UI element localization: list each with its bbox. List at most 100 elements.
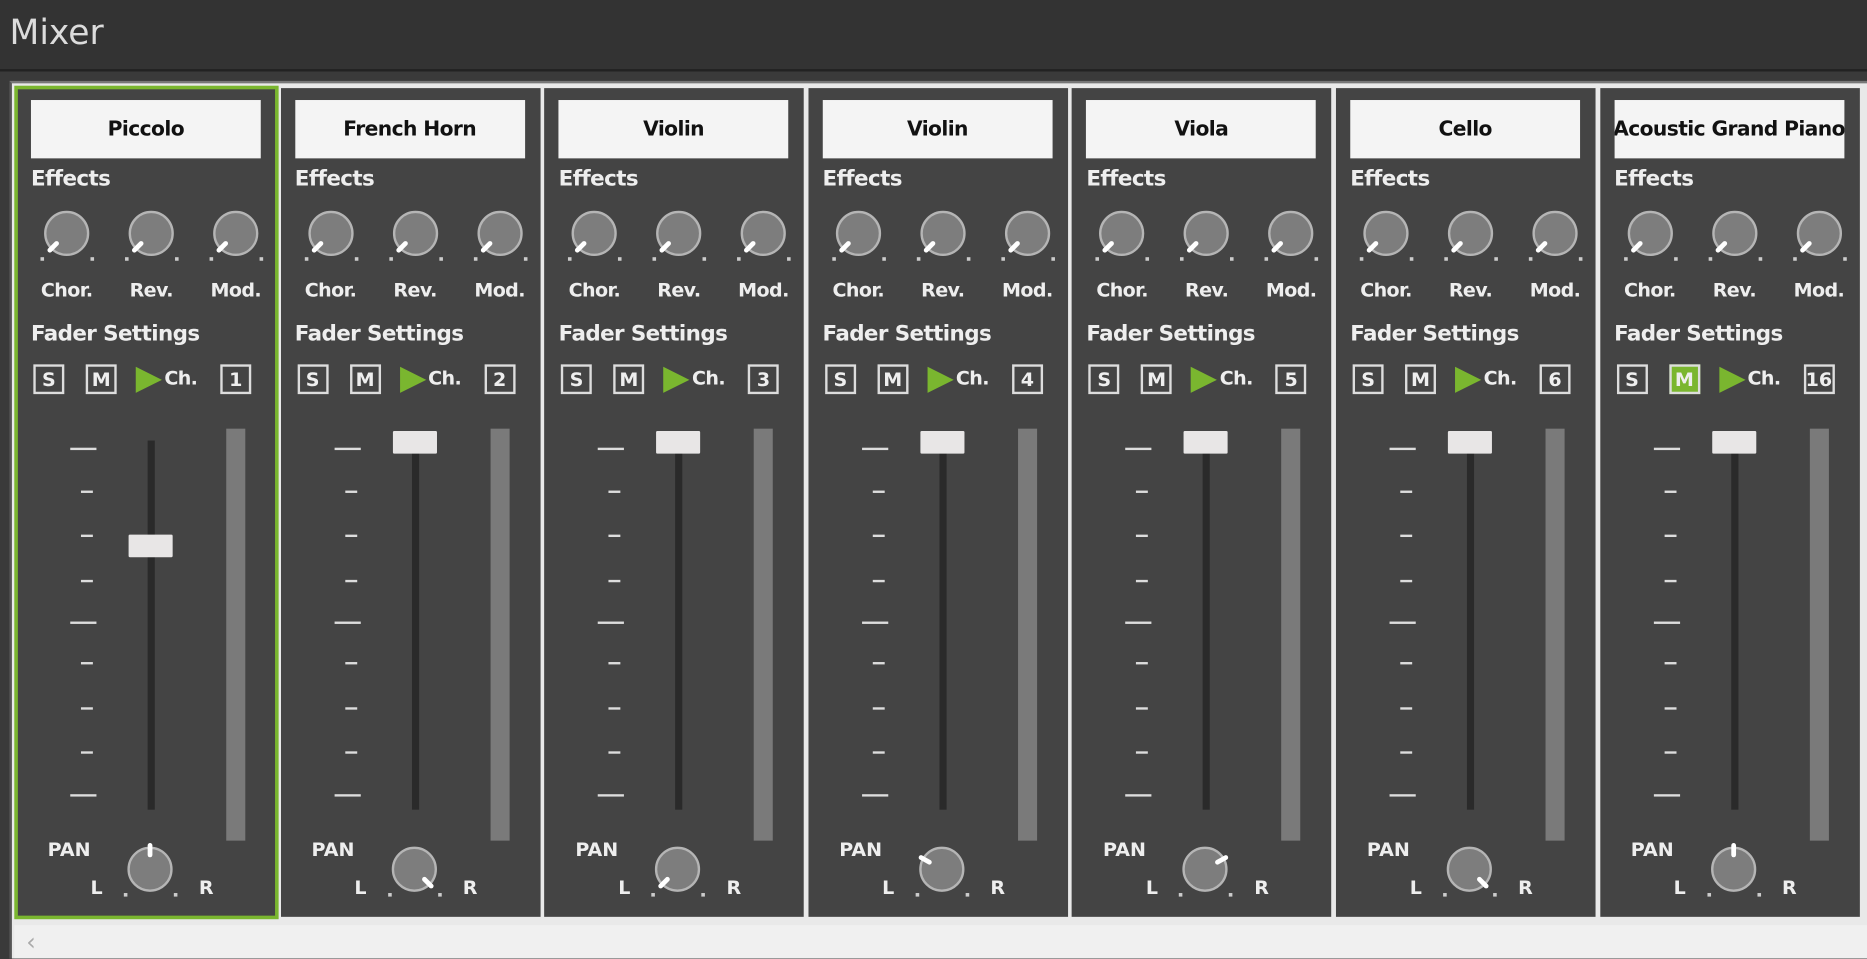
chorus-knob[interactable] <box>1363 210 1409 257</box>
reverb-knob[interactable] <box>1184 210 1230 257</box>
mute-button[interactable]: M <box>1668 364 1700 395</box>
play-icon[interactable] <box>135 366 162 393</box>
mute-button[interactable]: M <box>877 364 909 395</box>
pan-knob[interactable] <box>1446 846 1492 892</box>
modulation-knob[interactable] <box>1268 210 1314 257</box>
reverb-knob[interactable] <box>128 210 174 257</box>
pan-knob[interactable] <box>655 846 701 892</box>
fader-handle[interactable] <box>1184 431 1229 454</box>
fader-handle[interactable] <box>1447 431 1492 454</box>
solo-button[interactable]: S <box>561 364 593 395</box>
pan-knob[interactable] <box>917 846 965 892</box>
chorus-knob[interactable] <box>1627 210 1673 257</box>
reverb-knob[interactable] <box>1447 210 1494 257</box>
mute-button[interactable]: M <box>1405 364 1436 395</box>
chorus-label: Chor. <box>1096 278 1148 302</box>
solo-button[interactable]: S <box>33 364 65 395</box>
pan-knob[interactable] <box>1710 843 1756 892</box>
solo-button[interactable]: S <box>1088 364 1120 395</box>
knob-indicator <box>1629 240 1644 254</box>
modulation-knob[interactable] <box>1796 210 1842 257</box>
knob-indicator <box>1798 240 1813 254</box>
fader-track[interactable] <box>675 440 683 810</box>
modulation-knob[interactable] <box>1532 210 1578 257</box>
instrument-name-button[interactable]: Cello <box>1350 100 1581 159</box>
play-icon[interactable] <box>663 366 690 393</box>
modulation-knob[interactable] <box>1004 210 1050 257</box>
mute-button[interactable]: M <box>1141 364 1173 395</box>
fader-track[interactable] <box>1730 440 1738 810</box>
reverb-knob[interactable] <box>920 210 966 257</box>
scroll-left-arrow-icon[interactable]: ‹ <box>26 928 36 957</box>
modulation-label: Mod. <box>1002 278 1053 302</box>
modulation-label: Mod. <box>1529 278 1581 302</box>
channel-number[interactable]: 2 <box>484 364 516 395</box>
chorus-knob[interactable] <box>307 210 354 257</box>
reverb-knob[interactable] <box>656 210 702 257</box>
pan-left-label: L <box>618 876 631 899</box>
fader-scale-tick <box>872 662 885 665</box>
channel-number[interactable]: 16 <box>1803 364 1835 395</box>
effects-heading: Effects <box>294 166 375 192</box>
chorus-knob[interactable] <box>44 210 90 257</box>
fader-track[interactable] <box>1466 440 1475 810</box>
fader-settings-heading: Fader Settings <box>294 321 464 347</box>
solo-button[interactable]: S <box>1616 364 1648 395</box>
channel-number[interactable]: 4 <box>1011 364 1043 395</box>
fader-track[interactable] <box>939 440 947 810</box>
instrument-name-button[interactable]: Violin <box>558 100 789 159</box>
fader-handle[interactable] <box>656 431 701 454</box>
pan-knob[interactable] <box>1182 846 1230 892</box>
instrument-name-button[interactable]: Acoustic Grand Piano <box>1614 100 1844 159</box>
fader-track[interactable] <box>411 440 419 810</box>
knob-max-dot <box>1673 257 1678 261</box>
chorus-label: Chor. <box>304 278 357 302</box>
instrument-name-button[interactable]: Viola <box>1086 100 1317 159</box>
mute-button[interactable]: M <box>613 364 645 395</box>
mute-button[interactable]: M <box>349 364 381 395</box>
fader-handle[interactable] <box>392 431 437 454</box>
solo-button[interactable]: S <box>297 364 329 395</box>
pan-knob[interactable] <box>391 846 437 892</box>
fader-handle[interactable] <box>128 534 173 558</box>
channel-strip[interactable]: Cello Effects Chor. Rev. Mod. Fader Sett… <box>1335 88 1596 917</box>
play-icon[interactable] <box>1455 366 1482 393</box>
channel-number[interactable]: 5 <box>1275 364 1307 395</box>
play-icon[interactable] <box>1191 366 1218 393</box>
channel-strip[interactable]: Acoustic Grand Piano Effects Chor. Rev. … <box>1599 88 1860 917</box>
chorus-knob[interactable] <box>1099 210 1145 257</box>
solo-button[interactable]: S <box>1352 364 1384 395</box>
modulation-knob[interactable] <box>476 210 523 257</box>
instrument-name-button[interactable]: Violin <box>822 100 1053 159</box>
solo-button[interactable]: S <box>824 364 856 395</box>
modulation-knob[interactable] <box>740 210 787 257</box>
channel-strip[interactable]: French Horn Effects Chor. Rev. Mod. Fade… <box>280 88 541 917</box>
channel-number[interactable]: 1 <box>220 364 252 395</box>
chorus-knob[interactable] <box>835 210 881 257</box>
play-icon[interactable] <box>1718 366 1746 393</box>
channel-strip[interactable]: Viola Effects Chor. Rev. Mod. Fader Sett… <box>1072 88 1332 917</box>
instrument-name-button[interactable]: Piccolo <box>30 100 261 159</box>
play-icon[interactable] <box>927 366 954 393</box>
horizontal-scrollbar[interactable]: ‹ <box>14 925 1867 959</box>
modulation-knob[interactable] <box>213 210 259 257</box>
channel-strip[interactable]: Piccolo Effects Chor. Rev. Mod. Fader Se… <box>14 85 279 920</box>
knob-max-dot <box>702 257 707 261</box>
fader-handle[interactable] <box>1711 431 1756 454</box>
instrument-name-button[interactable]: French Horn <box>294 100 525 159</box>
channel-number[interactable]: 6 <box>1539 364 1571 395</box>
fader-track[interactable] <box>147 440 155 810</box>
mute-button[interactable]: M <box>85 364 117 395</box>
chorus-knob[interactable] <box>571 210 618 257</box>
pan-left-label: L <box>1409 876 1422 899</box>
channel-strip[interactable]: Violin Effects Chor. Rev. Mod. Fader Set… <box>808 88 1068 917</box>
fader-scale-tick <box>70 794 97 797</box>
channel-strip[interactable]: Violin Effects Chor. Rev. Mod. Fader Set… <box>544 88 804 917</box>
reverb-knob[interactable] <box>1711 210 1757 257</box>
play-icon[interactable] <box>399 366 426 393</box>
reverb-knob[interactable] <box>392 210 438 257</box>
fader-track[interactable] <box>1203 440 1211 810</box>
pan-knob[interactable] <box>127 843 173 892</box>
fader-handle[interactable] <box>920 431 965 454</box>
channel-number[interactable]: 3 <box>747 364 779 395</box>
